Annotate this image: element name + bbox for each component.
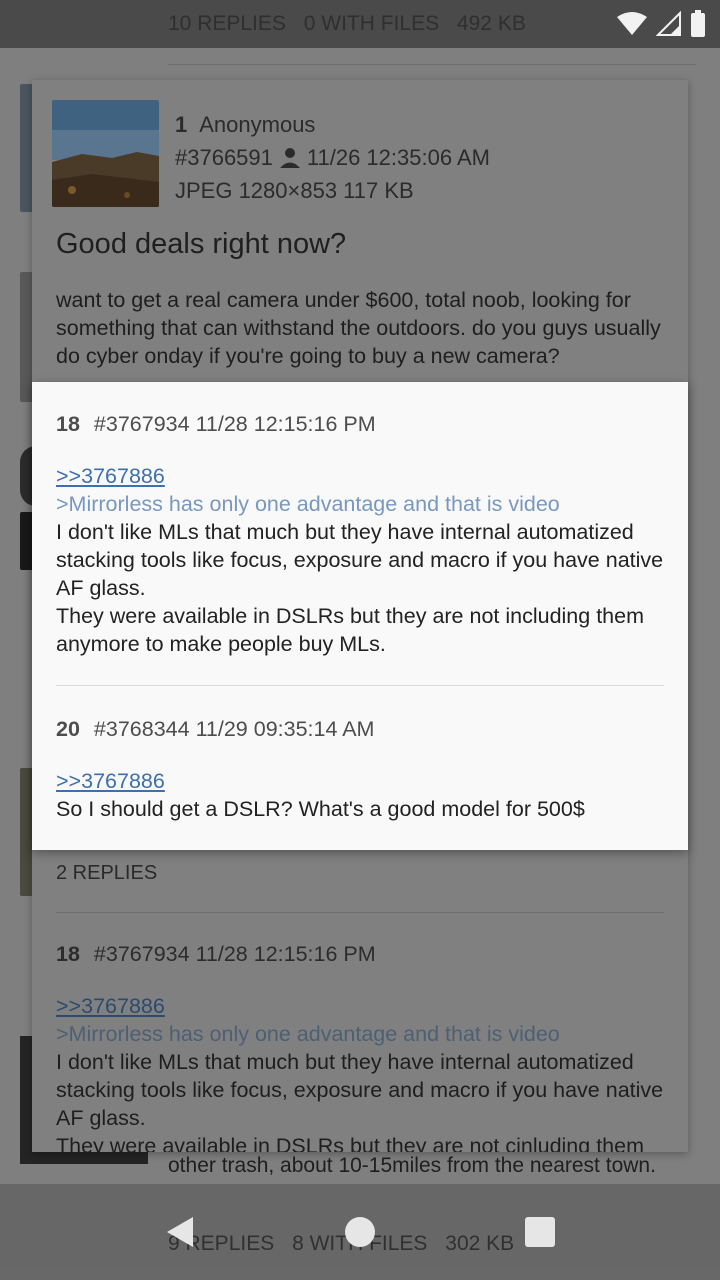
recents-button[interactable] bbox=[516, 1208, 564, 1256]
quote-popup: 18 #3767934 11/28 12:15:16 PM >>3767886 … bbox=[32, 382, 688, 850]
post-datetime: 11/28 12:15:16 PM bbox=[195, 412, 376, 436]
post-text: I don't like MLs that much but they have… bbox=[56, 1050, 664, 1130]
post-meta: 1 Anonymous #3766591 11/26 12:35:06 AM J… bbox=[175, 108, 490, 207]
thread-snippet: other trash, about 10-15miles from the n… bbox=[168, 1154, 656, 1177]
post-number: 1 bbox=[175, 112, 188, 137]
quote-link[interactable]: >>3767886 bbox=[56, 462, 664, 490]
wifi-icon bbox=[617, 12, 647, 35]
recents-icon bbox=[525, 1217, 555, 1247]
poster-name: Anonymous bbox=[199, 112, 316, 137]
post-content: >>3767886 >Mirrorless has only one advan… bbox=[56, 992, 664, 1152]
post-text: They were available in DSLRs but they ar… bbox=[56, 1134, 644, 1152]
home-button[interactable] bbox=[336, 1208, 384, 1256]
post-number: 18 bbox=[56, 412, 80, 436]
divider bbox=[56, 685, 664, 686]
back-button[interactable] bbox=[156, 1208, 204, 1256]
post-datetime: 11/26 12:35:06 AM bbox=[306, 145, 490, 170]
post-number: 18 bbox=[56, 942, 80, 966]
battery-icon bbox=[691, 10, 705, 37]
post-image[interactable] bbox=[52, 100, 159, 207]
post-header: 18 #3767934 11/28 12:15:16 PM bbox=[56, 412, 664, 437]
popup-post: 20 #3768344 11/29 09:35:14 AM >>3767886 … bbox=[56, 717, 664, 823]
post-datetime: 11/28 12:15:16 PM bbox=[195, 942, 376, 966]
quote-link[interactable]: >>3767886 bbox=[56, 767, 664, 795]
post-content: >>3767886 >Mirrorless has only one advan… bbox=[56, 462, 664, 658]
post-text: I don't like MLs that much but they have… bbox=[56, 520, 664, 600]
post-subject: Good deals right now? bbox=[56, 228, 347, 260]
replies-count: 10 REPLIES bbox=[168, 12, 286, 35]
cell-signal-icon bbox=[656, 11, 681, 36]
home-icon bbox=[345, 1217, 375, 1247]
post-id[interactable]: #3767934 bbox=[94, 942, 190, 966]
post-id[interactable]: #3768344 bbox=[94, 717, 190, 741]
greentext: >Mirrorless has only one advantage and t… bbox=[56, 1022, 560, 1046]
post-text: So I should get a DSLR? What's a good mo… bbox=[56, 797, 585, 821]
greentext: >Mirrorless has only one advantage and t… bbox=[56, 492, 560, 516]
post-content: >>3767886 So I should get a DSLR? What's… bbox=[56, 767, 664, 823]
post-text: They were available in DSLRs but they ar… bbox=[56, 604, 644, 656]
post-id[interactable]: #3767934 bbox=[94, 412, 190, 436]
person-icon bbox=[279, 147, 300, 168]
divider bbox=[56, 912, 664, 913]
replies-label[interactable]: 2 REPLIES bbox=[56, 862, 157, 885]
post-id[interactable]: #3766591 bbox=[175, 141, 273, 174]
post-header: 20 #3768344 11/29 09:35:14 AM bbox=[56, 717, 664, 742]
reply-post: 18 #3767934 11/28 12:15:16 PM >>3767886 … bbox=[56, 942, 664, 1152]
post-body: want to get a real camera under $600, to… bbox=[56, 288, 661, 368]
status-bar: 10 REPLIES 0 WITH FILES 492 KB bbox=[0, 0, 720, 48]
quote-link[interactable]: >>3767886 bbox=[56, 992, 664, 1020]
post-datetime: 11/29 09:35:14 AM bbox=[195, 717, 375, 741]
files-count: 0 WITH FILES bbox=[303, 12, 440, 35]
post-number: 20 bbox=[56, 717, 80, 741]
thread-stats: 10 REPLIES 0 WITH FILES 492 KB bbox=[168, 12, 538, 36]
file-info: JPEG 1280×853 117 KB bbox=[175, 178, 414, 203]
landscape-thumbnail bbox=[52, 100, 159, 207]
thread-size: 492 KB bbox=[456, 12, 526, 35]
back-icon bbox=[167, 1217, 193, 1247]
post-header: 18 #3767934 11/28 12:15:16 PM bbox=[56, 942, 664, 967]
status-icons bbox=[616, 10, 706, 38]
popup-post: 18 #3767934 11/28 12:15:16 PM >>3767886 … bbox=[56, 412, 664, 658]
navigation-bar bbox=[0, 1184, 720, 1280]
divider bbox=[168, 64, 696, 65]
